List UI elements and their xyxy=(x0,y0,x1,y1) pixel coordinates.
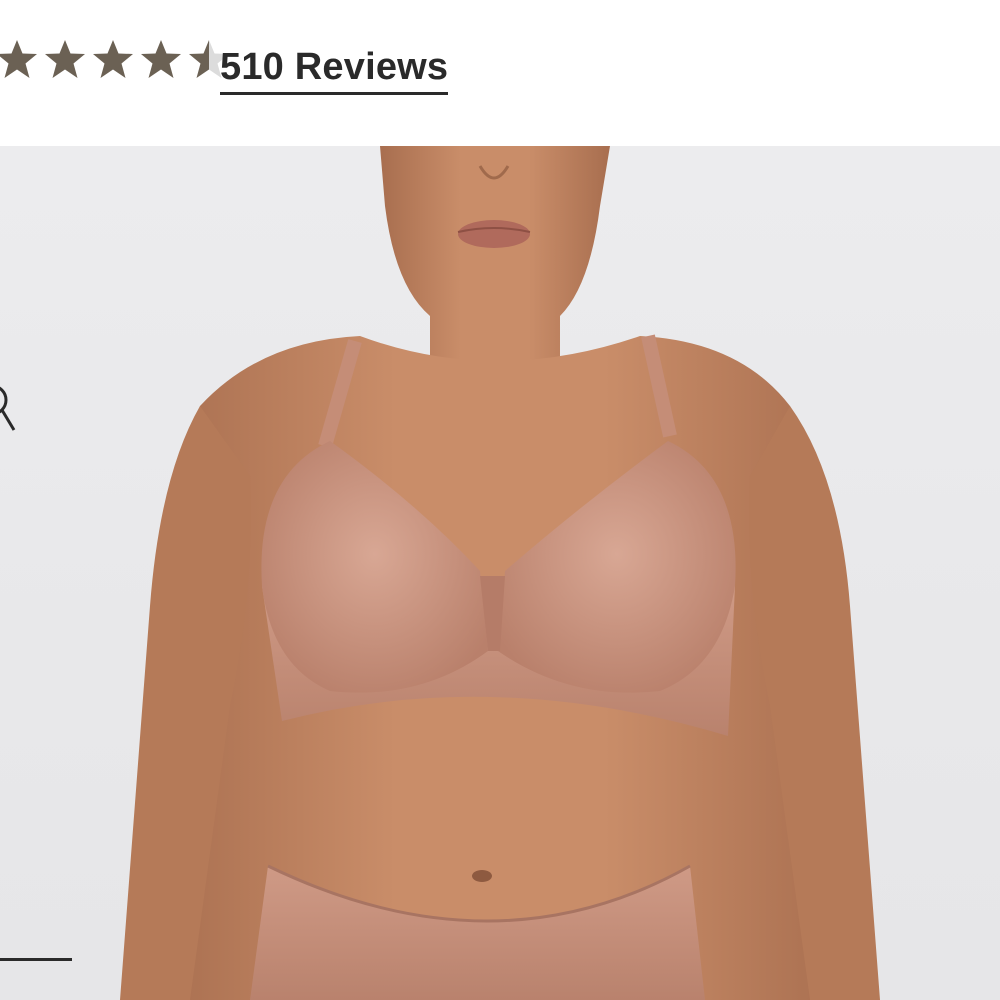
magnifier-icon[interactable] xyxy=(0,382,18,434)
product-image[interactable] xyxy=(0,146,1000,1000)
star-icon xyxy=(0,40,37,78)
carousel-indicator[interactable] xyxy=(0,958,72,961)
star-icon xyxy=(93,40,133,78)
star-icon xyxy=(45,40,85,78)
product-page: 510 Reviews xyxy=(0,0,1000,1000)
model-photo xyxy=(120,146,880,1000)
reviews-link[interactable]: 510 Reviews xyxy=(220,44,449,95)
rating-summary: 510 Reviews xyxy=(0,30,1000,110)
star-icon xyxy=(141,40,181,78)
star-rating[interactable] xyxy=(0,38,230,80)
